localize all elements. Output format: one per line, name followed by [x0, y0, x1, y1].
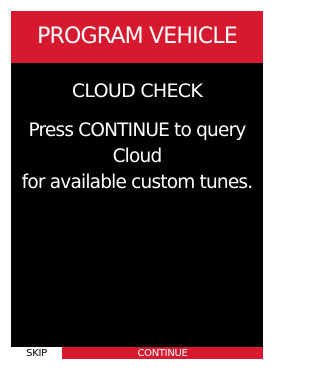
softkey-bar: SKIP CONTINUE	[11, 347, 263, 359]
title-bar: PROGRAM VEHICLE	[11, 11, 263, 63]
screen-subtitle: CLOUD CHECK	[71, 80, 203, 102]
device-screen: PROGRAM VEHICLE CLOUD CHECK Press CONTIN…	[11, 11, 263, 359]
page-title: PROGRAM VEHICLE	[37, 24, 238, 49]
instruction-message: Press CONTINUE to query Cloud for availa…	[21, 118, 254, 196]
instruction-line-1: Press CONTINUE to query Cloud	[28, 120, 246, 167]
continue-button[interactable]: CONTINUE	[62, 347, 263, 359]
instruction-line-2: for available custom tunes.	[21, 172, 254, 193]
skip-button[interactable]: SKIP	[11, 347, 62, 359]
